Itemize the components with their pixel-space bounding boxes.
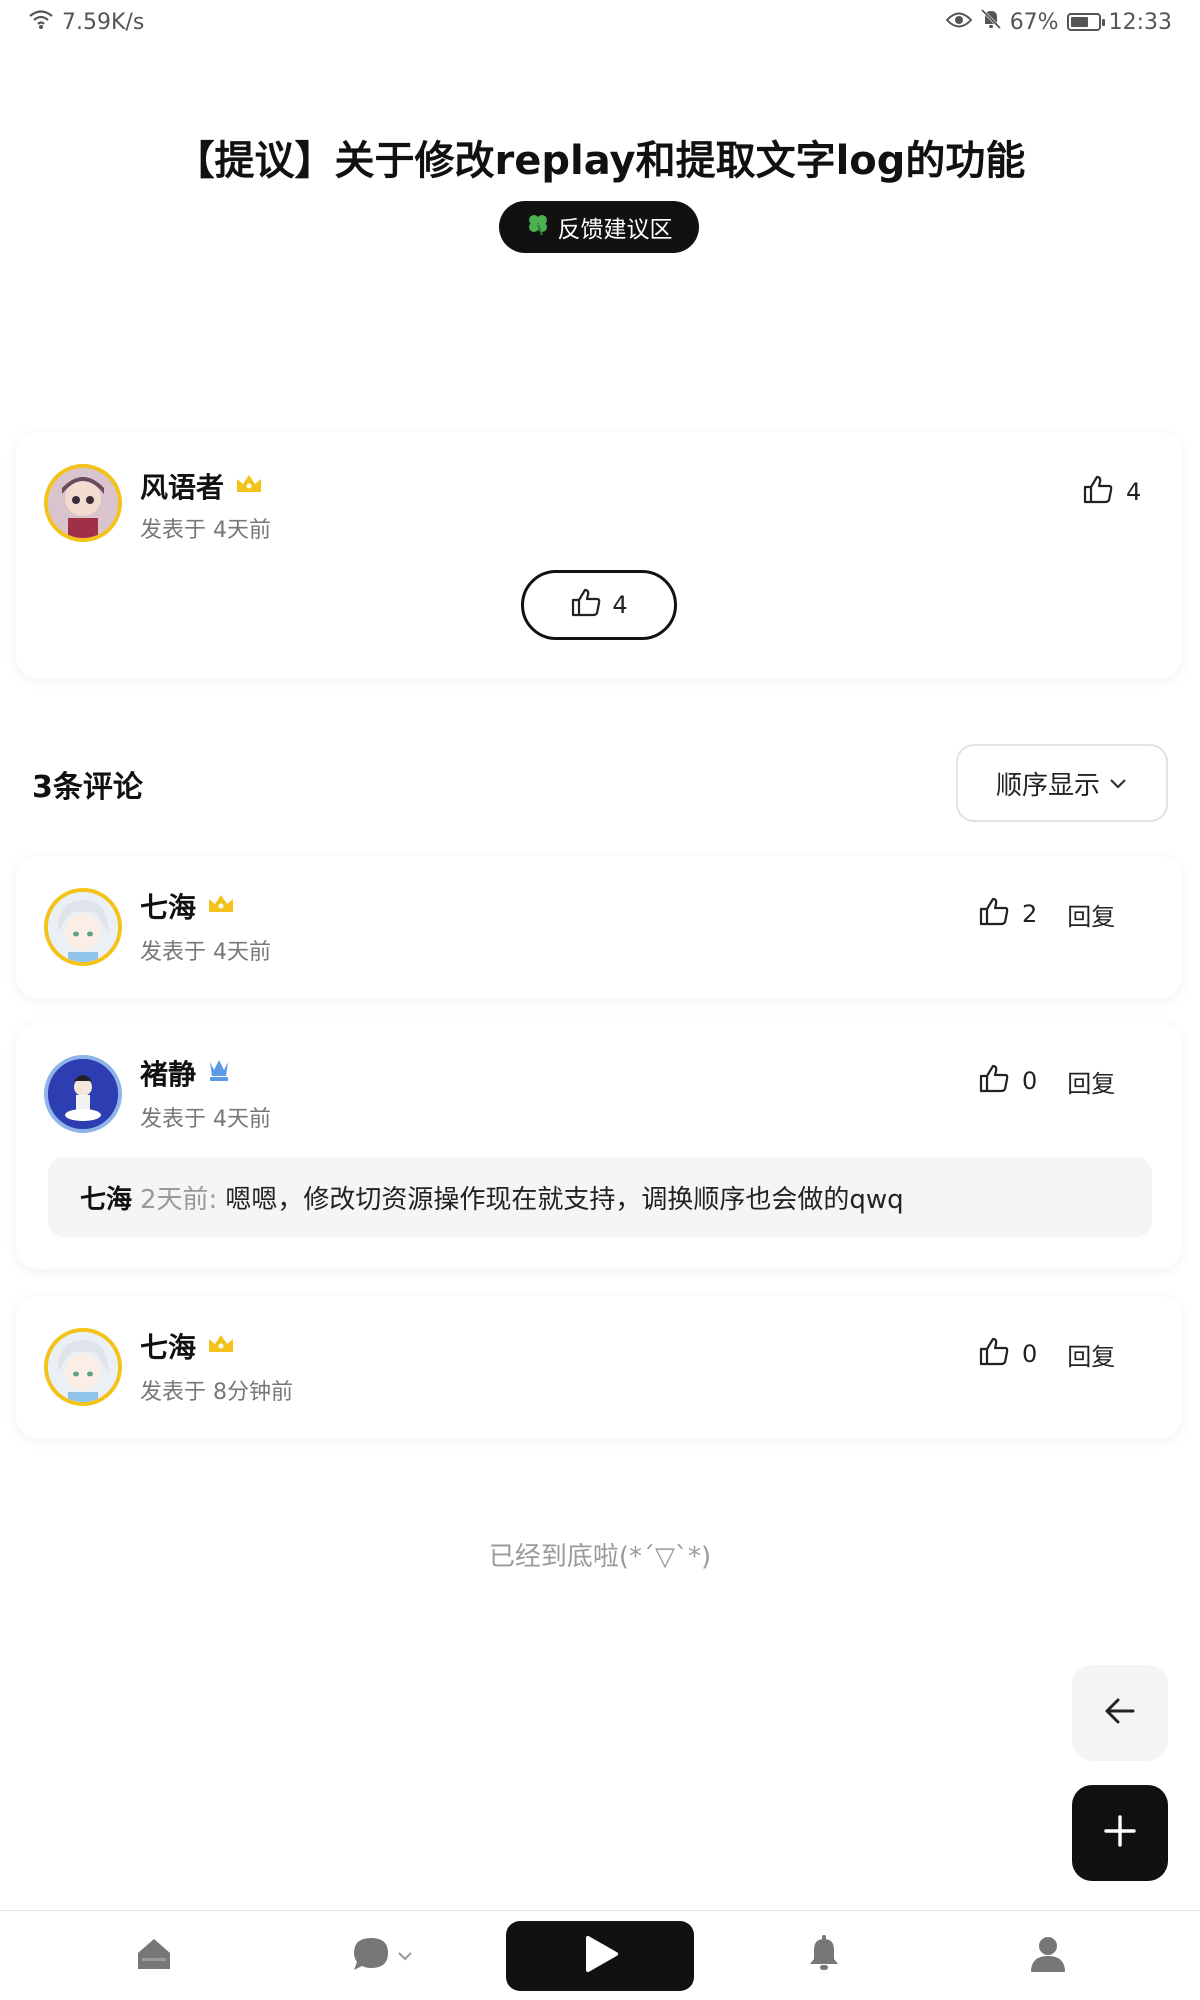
comment-posted-time: 发表于 8分钟前 <box>140 1380 293 1405</box>
back-button[interactable] <box>1072 1665 1168 1761</box>
chess-queen-icon <box>206 1056 232 1091</box>
nested-reply-time: 2天前: <box>140 1184 218 1215</box>
avatar[interactable] <box>44 464 122 542</box>
comment-card: 七海 发表于 4天前 2 回复 <box>16 856 1182 998</box>
comment-like[interactable]: 0 <box>978 1336 1037 1372</box>
comment-posted-time: 发表于 4天前 <box>140 1107 271 1132</box>
nav-play-button[interactable] <box>506 1921 694 1991</box>
eye-icon <box>945 10 973 35</box>
bell-icon <box>805 1934 843 1978</box>
thumbs-up-icon <box>570 587 602 623</box>
reply-button[interactable]: 回复 <box>1067 1337 1115 1372</box>
thumbs-up-icon <box>1082 474 1114 510</box>
comment-actions: 2 回复 <box>978 896 1115 932</box>
battery-fill <box>1070 17 1088 27</box>
bottom-nav <box>0 1910 1200 2000</box>
arrow-left-icon <box>1103 1696 1137 1730</box>
author-name[interactable]: 风语者 <box>140 466 224 506</box>
like-button-count: 4 <box>612 591 628 619</box>
plus-icon <box>1102 1813 1138 1853</box>
comment-like-count: 2 <box>1022 900 1038 928</box>
add-comment-button[interactable] <box>1072 1785 1168 1881</box>
clock: 12:33 <box>1108 9 1172 35</box>
author-name-row: 风语者 <box>140 466 264 506</box>
commenter-name[interactable]: 七海 <box>140 886 196 926</box>
thumbs-up-icon <box>978 1336 1010 1372</box>
post-title: 【提议】关于修改replay和提取文字log的功能 <box>174 138 1026 184</box>
nested-reply-author[interactable]: 七海 <box>80 1179 132 1216</box>
category-tag-label: 反馈建议区 <box>557 217 673 243</box>
wifi-icon <box>28 8 54 36</box>
commenter-name-row: 褚静 <box>140 1053 232 1093</box>
reply-button[interactable]: 回复 <box>1067 1064 1115 1099</box>
nav-notifications[interactable] <box>804 1929 844 1983</box>
home-icon <box>134 1934 174 1978</box>
comment-card: 褚静 发表于 4天前 0 回复 七海 2天前: 嗯嗯，修改切资源操作现在就支持，… <box>16 1023 1182 1269</box>
nav-home[interactable] <box>128 1929 180 1983</box>
thumbs-up-icon <box>978 896 1010 932</box>
commenter-name[interactable]: 七海 <box>140 1326 196 1366</box>
clover-icon <box>526 212 550 242</box>
status-bar: 7.59K/s 67% 12:33 <box>0 0 1200 50</box>
page: 7.59K/s 67% 12:33 【提议】关于修改replay和提取文字log… <box>0 0 1200 2000</box>
comment-like[interactable]: 2 <box>978 896 1037 932</box>
avatar[interactable] <box>44 888 122 966</box>
network-speed: 7.59K/s <box>62 9 145 35</box>
commenter-name-row: 七海 <box>140 1326 236 1366</box>
nested-reply[interactable]: 七海 2天前: 嗯嗯，修改切资源操作现在就支持，调换顺序也会做的qwq <box>48 1157 1152 1237</box>
crown-icon <box>206 1330 236 1363</box>
thumbs-up-icon <box>978 1063 1010 1099</box>
avatar[interactable] <box>44 1328 122 1406</box>
author-posted-time: 发表于 4天前 <box>140 518 271 543</box>
crown-icon <box>206 890 236 923</box>
sort-label: 顺序显示 <box>995 770 1100 801</box>
end-of-list-text: 已经到底啦(*ˊ▽ˋ*) <box>488 1542 712 1572</box>
comment-actions: 0 回复 <box>978 1063 1115 1099</box>
comment-like-count: 0 <box>1022 1340 1038 1368</box>
battery-percent: 67% <box>1009 9 1059 35</box>
comment-posted-time: 发表于 4天前 <box>140 940 271 965</box>
comment-like-count: 0 <box>1022 1067 1038 1095</box>
nav-chat[interactable] <box>344 1929 420 1983</box>
user-icon <box>1028 1934 1068 1978</box>
commenter-name[interactable]: 褚静 <box>140 1053 196 1093</box>
status-left: 7.59K/s <box>28 8 144 36</box>
reply-button[interactable]: 回复 <box>1067 897 1115 932</box>
chevron-down-icon <box>397 1947 413 1966</box>
post-like-count: 4 <box>1126 478 1142 506</box>
bell-off-icon <box>980 8 1002 36</box>
status-right: 67% 12:33 <box>945 8 1172 36</box>
play-icon <box>580 1934 620 1978</box>
comments-count-heading: 3条评论 <box>32 770 143 805</box>
category-tag[interactable]: 反馈建议区 <box>499 201 699 253</box>
sort-dropdown[interactable]: 顺序显示 <box>956 744 1168 822</box>
post-like-action[interactable]: 4 <box>1082 474 1141 510</box>
crown-icon <box>234 470 264 503</box>
nested-reply-text: 嗯嗯，修改切资源操作现在就支持，调换顺序也会做的qwq <box>225 1184 904 1215</box>
nav-profile[interactable] <box>1026 1929 1070 1983</box>
like-button[interactable]: 4 <box>521 570 677 640</box>
commenter-name-row: 七海 <box>140 886 236 926</box>
post-author-card: 风语者 发表于 4天前 4 4 <box>16 432 1182 678</box>
avatar[interactable] <box>44 1055 122 1133</box>
comment-like[interactable]: 0 <box>978 1063 1037 1099</box>
battery-icon <box>1066 13 1105 31</box>
chevron-down-icon <box>1108 768 1128 798</box>
comment-actions: 0 回复 <box>978 1336 1115 1372</box>
comment-card: 七海 发表于 8分钟前 0 回复 <box>16 1296 1182 1438</box>
chat-icon <box>351 1934 391 1978</box>
